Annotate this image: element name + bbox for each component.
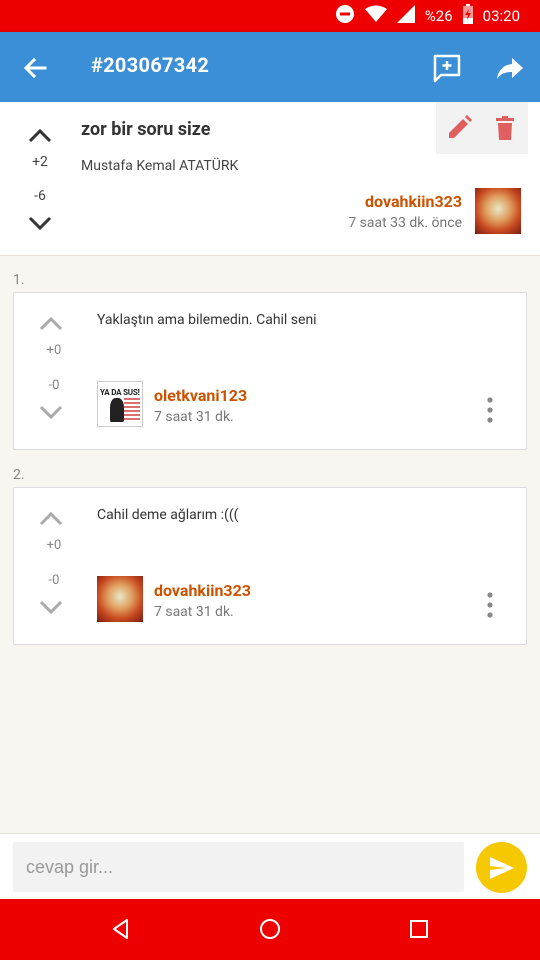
share-icon[interactable] <box>495 53 525 83</box>
answer-upvote-count: +0 <box>46 343 62 358</box>
question-author[interactable]: dovahkiin323 <box>365 192 462 211</box>
battery-percent: %26 <box>424 7 453 25</box>
answer-number: 1. <box>13 272 25 288</box>
upvote-icon[interactable] <box>38 511 64 527</box>
avatar-stripes <box>124 398 140 422</box>
clock: 03:20 <box>482 7 520 25</box>
answer-upvote-count: +0 <box>46 538 62 553</box>
upvote-icon[interactable] <box>27 128 53 144</box>
more-vert-icon[interactable] <box>482 592 498 618</box>
question-upvote-count: +2 <box>32 154 48 170</box>
question-card: +2 -6 zor bir soru size Mustafa Kemal AT… <box>0 102 540 256</box>
trash-icon[interactable] <box>491 114 519 142</box>
question-actions <box>436 102 528 154</box>
status-icons: %26 03:20 <box>335 0 520 32</box>
avatar-figure <box>110 398 124 422</box>
comment-add-icon[interactable] <box>432 53 462 83</box>
signal-icon <box>396 5 415 27</box>
avatar[interactable]: YA DA SUS! <box>97 381 143 427</box>
do-not-disturb-icon <box>335 4 355 28</box>
nav-recents-icon[interactable] <box>407 917 431 941</box>
answer-text: Yaklaştın ama bilemedin. Cahil seni <box>97 312 317 328</box>
navigation-bar <box>0 899 540 960</box>
nav-home-icon[interactable] <box>258 917 282 941</box>
reply-bar <box>0 833 540 899</box>
nav-back-icon[interactable] <box>109 917 133 941</box>
avatar-text: YA DA SUS! <box>100 388 140 397</box>
answer-number: 2. <box>13 467 25 483</box>
answer-downvote-count: -0 <box>48 573 60 588</box>
answer-time: 7 saat 31 dk. <box>154 409 234 425</box>
answer-text: Cahil deme ağlarım :((( <box>97 507 239 523</box>
page-title: #203067342 <box>91 53 210 77</box>
answer-card: +0 -0 Cahil deme ağlarım :((( dovahkiin3… <box>13 487 527 645</box>
question-title: zor bir soru size <box>81 119 211 140</box>
answer-author[interactable]: oletkvani123 <box>154 386 247 405</box>
more-vert-icon[interactable] <box>482 397 498 423</box>
wifi-icon <box>364 5 387 27</box>
send-button[interactable] <box>476 842 527 893</box>
downvote-icon[interactable] <box>38 599 64 615</box>
send-icon <box>490 857 514 879</box>
avatar[interactable] <box>97 576 143 622</box>
upvote-icon[interactable] <box>38 316 64 332</box>
arrow-left-icon[interactable] <box>20 53 50 83</box>
avatar[interactable] <box>475 188 521 234</box>
question-downvote-count: -6 <box>34 188 46 204</box>
reply-input[interactable] <box>13 842 464 892</box>
answer-downvote-count: -0 <box>48 378 60 393</box>
status-bar: %26 03:20 <box>0 0 540 32</box>
answer-time: 7 saat 31 dk. <box>154 604 234 620</box>
downvote-icon[interactable] <box>38 404 64 420</box>
question-time: 7 saat 33 dk. önce <box>348 215 462 231</box>
pencil-icon[interactable] <box>445 114 473 142</box>
answer-author[interactable]: dovahkiin323 <box>154 581 251 600</box>
battery-charging-icon <box>462 4 473 28</box>
question-body: Mustafa Kemal ATATÜRK <box>81 158 239 174</box>
downvote-icon[interactable] <box>27 215 53 231</box>
answer-card: +0 -0 Yaklaştın ama bilemedin. Cahil sen… <box>13 292 527 450</box>
app-bar: #203067342 <box>0 32 540 102</box>
